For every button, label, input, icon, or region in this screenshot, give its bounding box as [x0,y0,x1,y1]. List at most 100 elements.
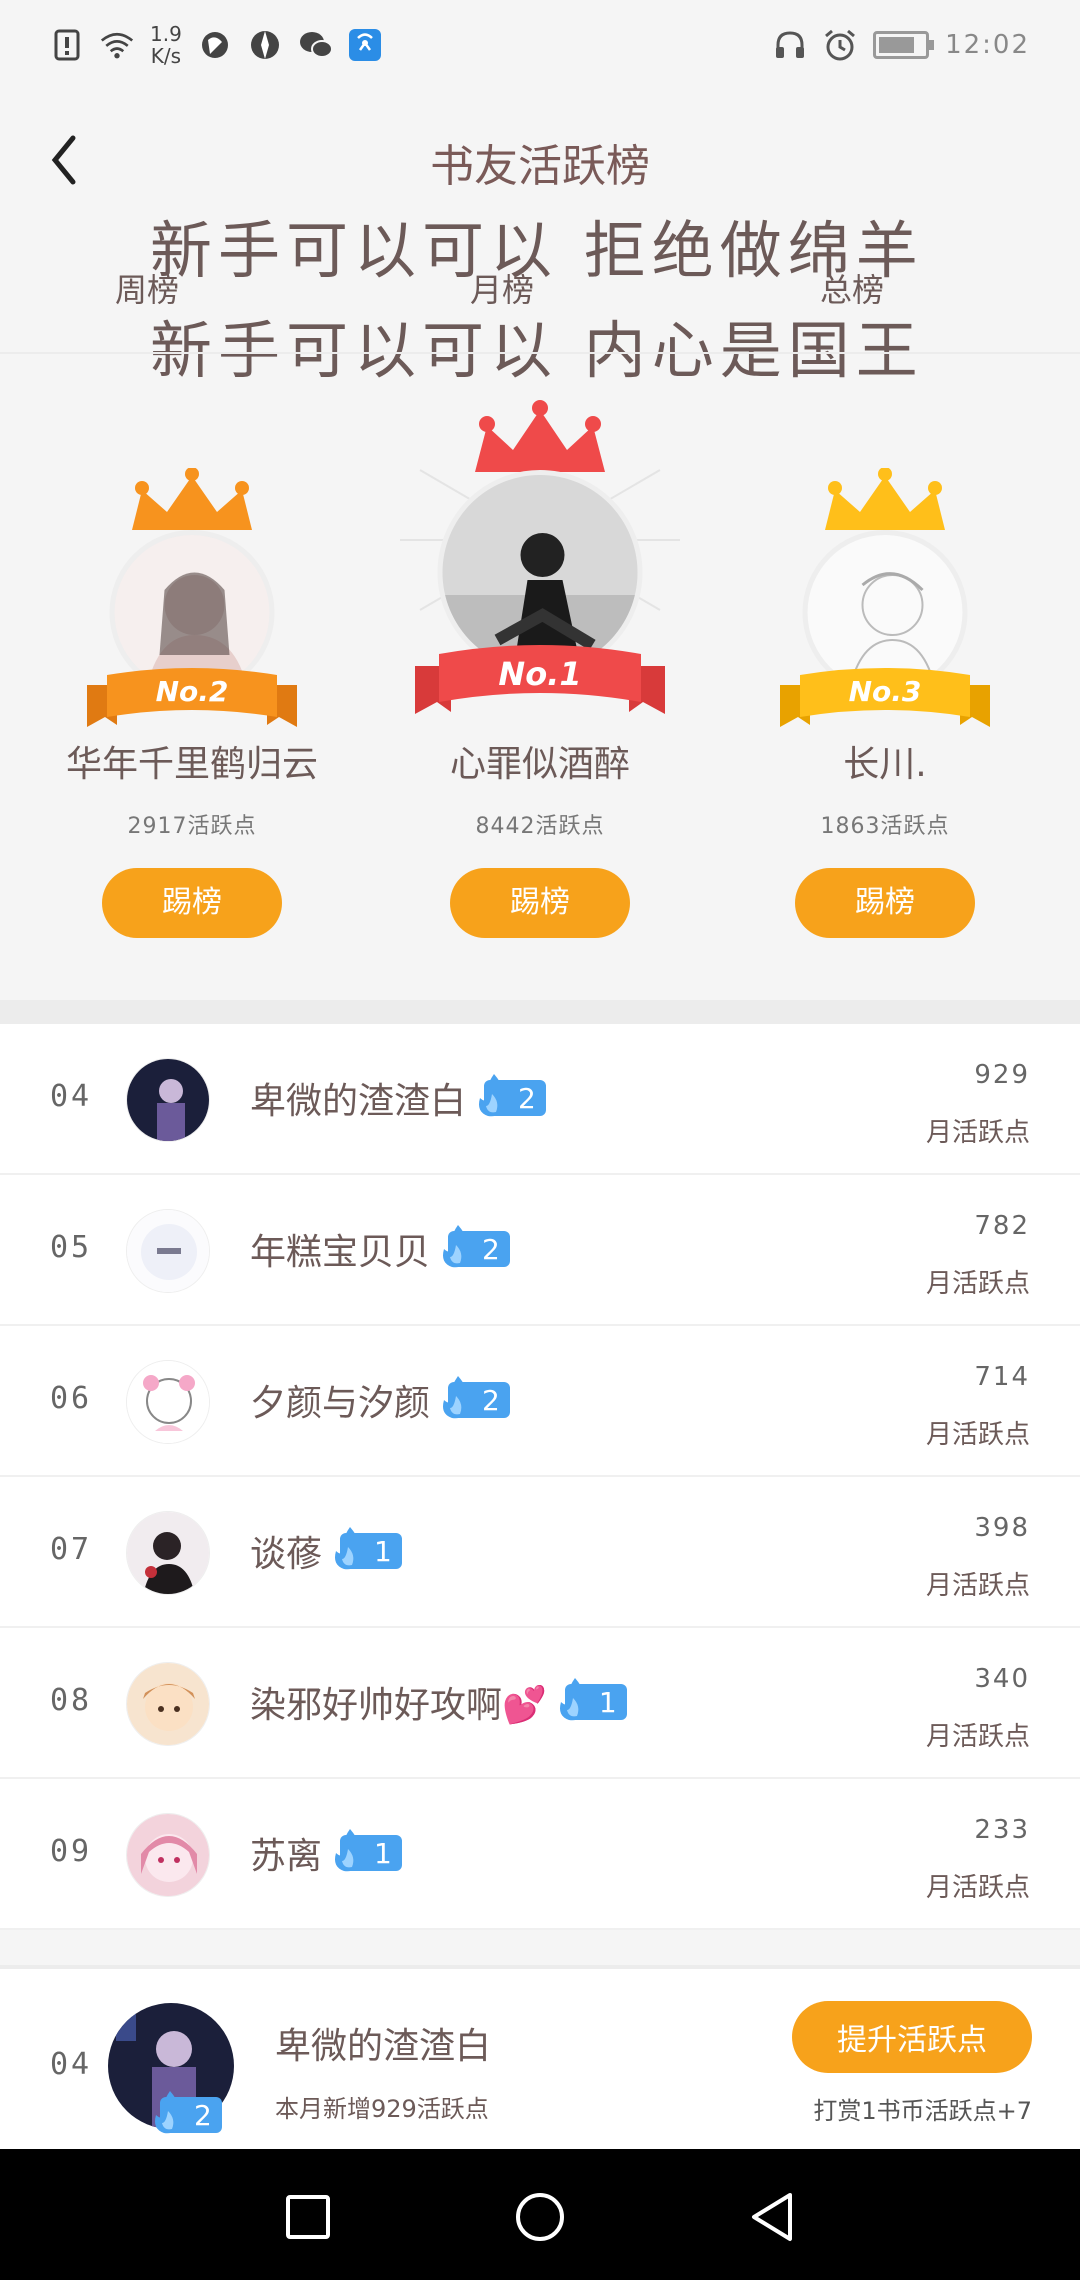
rank-label: No.3 [848,675,922,708]
avatar[interactable] [126,1662,210,1746]
points-value: 782 [974,1211,1030,1241]
rank-number: 06 [50,1381,93,1416]
list-item[interactable]: 09 苏离 1 233 月活跃点 [0,1779,1080,1930]
recent-apps-icon[interactable] [278,2187,338,2247]
kick-rank-button[interactable]: 踢榜 [795,868,975,938]
kick-rank-button[interactable]: 踢榜 [102,868,282,938]
speed-unit: K/s [150,44,182,68]
list-item[interactable]: 04 卑微的渣渣白 2 929 月活跃点 [0,1024,1080,1175]
level-number: 1 [374,1836,392,1870]
rank-number: 08 [50,1683,93,1718]
level-number: 2 [482,1232,500,1266]
network-speed: 1.9 K/s [150,23,182,67]
podium-name: 华年千里鹤归云 [65,744,318,785]
alarm-icon [823,28,857,62]
home-icon[interactable] [510,2187,570,2247]
avatar[interactable] [126,1058,210,1142]
points-value: 929 [974,1060,1030,1090]
list-item[interactable]: 06 夕颜与汐颜 2 714 月活跃点 [0,1326,1080,1477]
podium-name: 长川. [843,744,927,785]
headset-icon [773,28,807,62]
user-name-group: 夕颜与汐颜 2 [250,1374,510,1426]
user-name: 谈蓚 [250,1534,323,1575]
points-value: 714 [974,1362,1030,1392]
flame-icon [443,1225,469,1268]
my-rank-number: 04 [50,2047,93,2082]
my-name: 卑微的渣渣白 [275,2026,492,2067]
podium-first: No.1 心罪似酒醉 8442活跃点 踢榜 [390,380,690,990]
podium-points: 2917活跃点 [127,814,257,839]
podium-third: No.3 长川. 1863活跃点 踢榜 [735,380,1035,990]
points-label: 月活跃点 [925,1873,1030,1903]
points-label: 月活跃点 [925,1571,1030,1601]
level-badge: 1 [335,1527,402,1570]
header: 书友活跃榜 新手可以可以 拒绝做绵羊 新手可以可以 内心是国王 周榜 月榜 总榜 [0,90,1080,387]
rank-number: 09 [50,1834,93,1869]
podium: No.2 华年千里鹤归云 2917活跃点 踢榜 No.1 心罪似酒醉 8442活… [0,380,1080,990]
podium-points: 1863活跃点 [820,814,950,839]
level-badge: 2 [443,1225,510,1268]
section-divider [0,1000,1080,1024]
points-value: 233 [974,1815,1030,1845]
user-name-group: 谈蓚 1 [250,1525,402,1577]
tab-total[interactable]: 总榜 [820,265,884,311]
back-icon[interactable] [742,2187,802,2247]
avatar[interactable] [126,1813,210,1897]
page-title: 书友活跃榜 [430,141,650,192]
rank-label: No.2 [155,675,229,708]
alert-icon [50,28,84,62]
rank-number: 04 [50,1079,93,1114]
list-item[interactable]: 08 染邪好帅好攻啊💕 1 340 月活跃点 [0,1628,1080,1779]
level-number: 2 [518,1081,536,1115]
flame-icon [155,2091,181,2134]
podium-points: 8442活跃点 [475,814,605,839]
level-badge: 2 [479,1074,546,1117]
tab-weekly[interactable]: 周榜 [115,265,179,311]
banner-line-1: 新手可以可以 拒绝做绵羊 [150,214,924,287]
level-badge: 2 [155,2091,222,2134]
user-name: 苏离 [250,1836,323,1877]
header-divider [0,352,1080,354]
wifi-icon [100,28,134,62]
points-label: 月活跃点 [925,1118,1030,1148]
avatar[interactable] [126,1209,210,1293]
kick-rank-button[interactable]: 踢榜 [450,868,630,938]
boost-activity-button[interactable]: 提升活跃点 [792,2001,1032,2073]
list-item[interactable]: 07 谈蓚 1 398 月活跃点 [0,1477,1080,1628]
ranking-list: 04 卑微的渣渣白 2 929 月活跃点 05 年糕宝贝贝 2 782 月活跃点… [0,1024,1080,1930]
flame-icon [335,1829,361,1872]
banner-line-2: 新手可以可以 内心是国王 [150,314,924,387]
my-monthly-gain: 本月新增929活跃点 [275,2095,489,2123]
user-name: 卑微的渣渣白 [250,1081,467,1122]
avatar[interactable] [126,1360,210,1444]
level-number: 2 [482,1383,500,1417]
level-number: 1 [598,1685,617,1719]
speed-value: 1.9 [150,22,182,46]
level-badge: 2 [443,1376,510,1419]
user-name-group: 苏离 1 [250,1827,402,1879]
tab-monthly[interactable]: 月榜 [470,265,534,311]
crown-icon [475,400,605,472]
system-nav-bar [0,2149,1080,2280]
user-name-group: 年糕宝贝贝 2 [250,1223,510,1275]
points-label: 月活跃点 [925,1722,1030,1752]
flame-icon [335,1527,361,1570]
clock: 12:02 [945,30,1030,60]
app-icon [248,28,282,62]
level-number: 1 [374,1534,392,1568]
my-rank-bar: 04 2 卑微的渣渣白 本月新增929活跃点 提升活跃点 打赏1书币活跃点+7 [0,1965,1080,2149]
podium-name: 心罪似酒醉 [449,744,630,785]
status-bar: 1.9 K/s 12:02 [0,0,1080,90]
avatar[interactable] [126,1511,210,1595]
wechat-icon [298,28,332,62]
list-item[interactable]: 05 年糕宝贝贝 2 782 月活跃点 [0,1175,1080,1326]
flame-icon [559,1678,586,1721]
points-label: 月活跃点 [925,1269,1030,1299]
crown-icon [132,468,252,530]
level-badge: 1 [335,1829,402,1872]
user-name: 夕颜与汐颜 [250,1383,431,1424]
level-number: 2 [194,2098,212,2132]
points-label: 月活跃点 [925,1420,1030,1450]
battery-icon [873,31,935,59]
flame-icon [443,1376,469,1419]
